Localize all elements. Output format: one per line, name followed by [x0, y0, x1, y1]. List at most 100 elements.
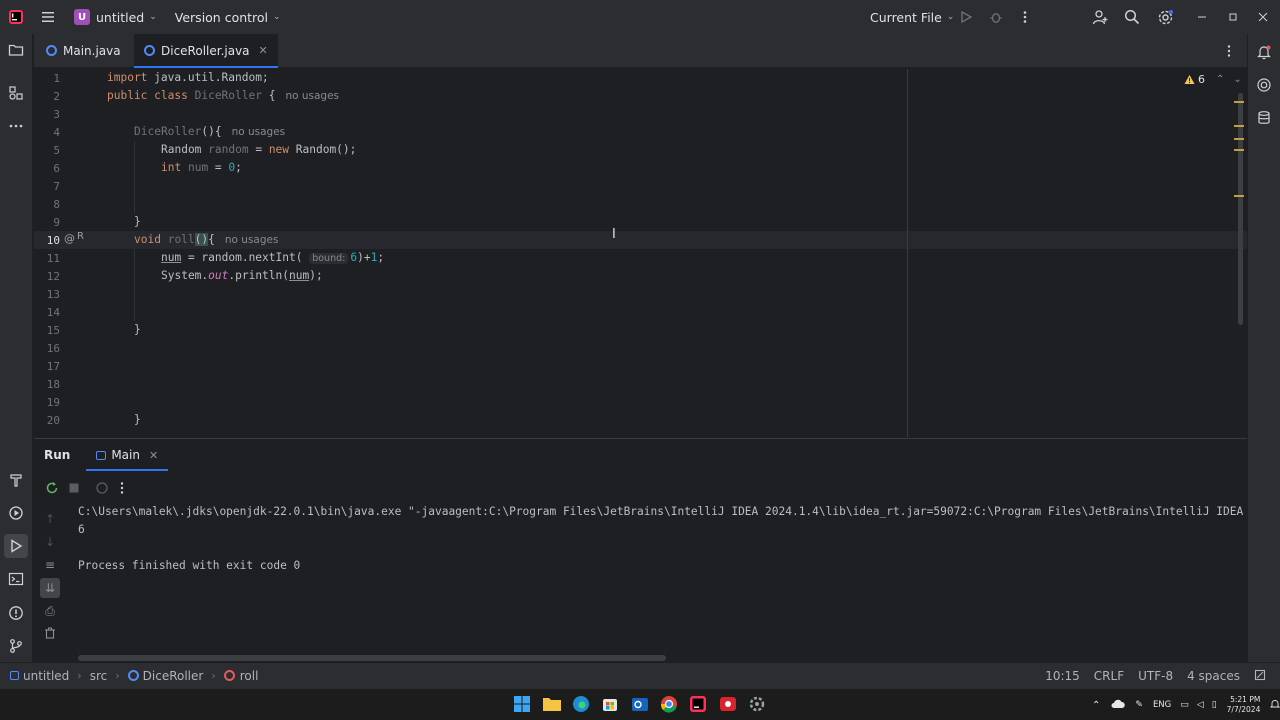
pen-icon[interactable]: ✎ — [1130, 700, 1148, 710]
services-icon[interactable] — [4, 501, 28, 525]
usage-hint[interactable]: no usages — [225, 234, 279, 246]
arrow-down-icon[interactable]: ↓ — [40, 532, 60, 552]
ai-assistant-icon[interactable] — [1252, 73, 1276, 97]
store-icon[interactable] — [601, 695, 621, 715]
file-encoding[interactable]: UTF-8 — [1131, 669, 1180, 683]
run-config-selector[interactable]: Current File ⌄ — [864, 0, 960, 34]
title-bar: U untitled ⌄ Version control ⌄ Current F… — [0, 0, 1280, 34]
caret-position[interactable]: 10:15 — [1038, 669, 1087, 683]
battery-icon[interactable]: ▯ — [1208, 700, 1221, 710]
soft-wrap-icon[interactable]: ≡ — [40, 555, 60, 575]
search-icon[interactable] — [1118, 3, 1146, 31]
code-editor[interactable]: 1 2 3 4 5 6 7 8 9 10 11 12 13 14 15 16 1… — [34, 69, 1247, 437]
run-icon[interactable] — [952, 3, 980, 31]
clock[interactable]: 5:21 PM 7/7/2024 — [1221, 695, 1267, 715]
outlook-icon[interactable] — [631, 695, 651, 715]
main-menu-icon[interactable] — [34, 3, 62, 31]
tab-main-java[interactable]: Main.java — [34, 34, 134, 67]
lock-icon[interactable] — [1247, 669, 1280, 684]
trash-icon[interactable] — [40, 623, 60, 643]
structure-icon[interactable] — [4, 81, 28, 105]
line-number: 13 — [46, 288, 60, 301]
debug-icon[interactable] — [982, 3, 1010, 31]
minimize-icon[interactable] — [1188, 3, 1216, 31]
problems-icon[interactable] — [4, 601, 28, 625]
file-explorer-icon[interactable] — [542, 695, 562, 715]
keyboard-language[interactable]: ENG — [1148, 700, 1176, 710]
project-selector[interactable]: U untitled ⌄ — [68, 0, 163, 34]
refactor-gutter-icon[interactable]: R — [77, 231, 84, 242]
warning-marker[interactable] — [1234, 101, 1244, 103]
chrome-icon[interactable] — [660, 695, 680, 715]
right-tool-strip — [1247, 34, 1280, 662]
more-actions-icon[interactable] — [1011, 3, 1039, 31]
tab-options-icon[interactable] — [1215, 37, 1243, 65]
line-number: 2 — [53, 90, 60, 103]
vcs-selector[interactable]: Version control ⌄ — [169, 0, 287, 34]
implementation-gutter-icon[interactable]: @ — [64, 232, 75, 245]
scroll-to-end-icon[interactable]: ⇊ — [40, 578, 60, 598]
run-tab-main[interactable]: Main ✕ — [86, 439, 169, 471]
close-tab-icon[interactable]: ✕ — [259, 44, 268, 57]
stop-icon[interactable] — [64, 478, 84, 498]
warning-marker[interactable] — [1234, 149, 1244, 151]
volume-icon[interactable]: ◁ — [1193, 700, 1208, 710]
breadcrumb-project[interactable]: untitled — [6, 669, 73, 683]
tab-diceroller-java[interactable]: DiceRoller.java ✕ — [134, 34, 278, 68]
database-icon[interactable] — [1252, 106, 1276, 130]
run-tool-icon[interactable] — [4, 534, 28, 558]
console-horizontal-scrollbar[interactable] — [78, 655, 666, 661]
more-actions-icon[interactable] — [112, 478, 132, 498]
arrow-up-icon[interactable]: ↑ — [40, 509, 60, 529]
line-number: 10 — [46, 234, 60, 247]
attach-debugger-icon[interactable] — [92, 478, 112, 498]
project-folder-icon[interactable] — [4, 38, 28, 62]
intellij-taskbar-icon[interactable] — [689, 695, 709, 715]
windows-start-icon[interactable] — [513, 695, 533, 715]
warning-marker[interactable] — [1234, 195, 1244, 197]
left-tool-strip — [0, 34, 33, 662]
close-tab-icon[interactable]: ✕ — [149, 449, 158, 462]
usage-hint[interactable]: no usages — [285, 90, 339, 102]
run-console-output[interactable]: C:\Users\malek\.jdks\openjdk-22.0.1\bin\… — [78, 503, 1243, 653]
git-branch-icon[interactable] — [4, 634, 28, 658]
warning-marker[interactable] — [1234, 125, 1244, 127]
line-separator[interactable]: CRLF — [1087, 669, 1131, 683]
line-gutter: 1 2 3 4 5 6 7 8 9 10 11 12 13 14 15 16 1… — [34, 69, 104, 437]
console-line: C:\Users\malek\.jdks\openjdk-22.0.1\bin\… — [78, 505, 1243, 518]
indent-setting[interactable]: 4 spaces — [1180, 669, 1247, 683]
restore-icon[interactable] — [1219, 3, 1247, 31]
breadcrumb-method[interactable]: roll — [220, 669, 263, 683]
close-icon[interactable] — [1249, 3, 1277, 31]
line-number: 12 — [46, 270, 60, 283]
status-bar: untitled › src › DiceRoller › roll 10:15… — [0, 662, 1280, 688]
inspection-widget[interactable]: 6 ⌃ ⌄ — [1184, 73, 1242, 86]
onedrive-cloud-icon[interactable] — [1106, 699, 1130, 712]
usage-hint[interactable]: no usages — [232, 126, 286, 138]
code-line-2: public class DiceRoller {no usages — [107, 89, 340, 102]
rerun-icon[interactable] — [42, 478, 62, 498]
notifications-bell-icon[interactable] — [1252, 40, 1276, 64]
breadcrumb-src[interactable]: src — [86, 669, 112, 683]
notification-center-icon[interactable] — [1266, 699, 1280, 712]
code-line-4: DiceRoller(){no usages — [134, 125, 286, 138]
add-user-icon[interactable] — [1086, 3, 1114, 31]
more-tools-icon[interactable] — [4, 114, 28, 138]
build-hammer-icon[interactable] — [4, 468, 28, 492]
indent-guide — [134, 141, 135, 213]
settings-gear-icon[interactable] — [1151, 3, 1179, 31]
recording-app-icon[interactable] — [719, 695, 739, 715]
settings-app-icon[interactable] — [748, 695, 768, 715]
warning-marker[interactable] — [1234, 138, 1244, 140]
intellij-logo-icon[interactable] — [2, 3, 30, 31]
chevron-down-icon[interactable]: ⌄ — [1233, 74, 1241, 85]
editor-vertical-scrollbar[interactable] — [1238, 93, 1243, 325]
tray-overflow-icon[interactable]: ⌃ — [1086, 700, 1106, 711]
edge-browser-icon[interactable] — [572, 695, 592, 715]
network-icon[interactable]: ▭ — [1176, 700, 1193, 710]
breadcrumb-class[interactable]: DiceRoller — [124, 669, 208, 683]
chevron-up-icon[interactable]: ⌃ — [1216, 74, 1224, 85]
terminal-icon[interactable] — [4, 567, 28, 591]
print-icon[interactable]: ⎙ — [40, 601, 60, 621]
